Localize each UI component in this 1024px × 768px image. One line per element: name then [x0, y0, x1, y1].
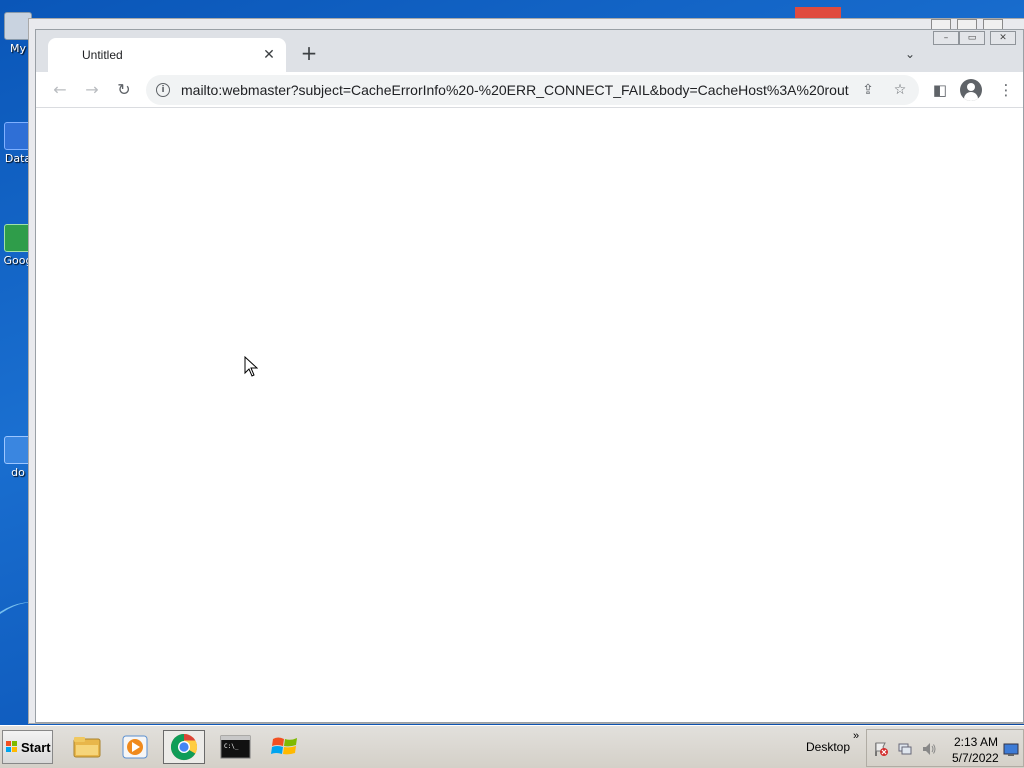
start-button[interactable]: Start	[2, 730, 53, 764]
bookmark-star-icon[interactable]: ☆	[890, 80, 910, 100]
taskbar: Start C:\_ Desktop » 2:13 AM 5/7/2022	[0, 725, 1024, 768]
tab-untitled[interactable]: Untitled ✕	[48, 38, 286, 72]
address-bar[interactable]: i mailto:webmaster?subject=CacheErrorInf…	[146, 75, 919, 105]
forward-button[interactable]: →	[80, 78, 104, 102]
menu-icon[interactable]: ⋮	[994, 78, 1018, 102]
taskbar-command-prompt[interactable]: C:\_	[214, 730, 256, 764]
taskbar-chrome[interactable]	[163, 730, 205, 764]
back-button[interactable]: ←	[48, 78, 72, 102]
share-icon[interactable]: ⇪	[858, 80, 878, 100]
desktop-toolbar-label[interactable]: Desktop	[806, 740, 850, 754]
taskbar-media-player[interactable]	[114, 730, 156, 764]
minimize-button[interactable]: –	[933, 31, 959, 45]
tab-close-icon[interactable]: ✕	[260, 46, 278, 64]
media-player-icon	[122, 735, 148, 759]
info-icon[interactable]: i	[156, 83, 170, 97]
maximize-button[interactable]: ▭	[959, 31, 985, 45]
taskbar-windows-logo[interactable]	[264, 730, 306, 764]
profile-avatar-icon[interactable]	[960, 79, 982, 101]
mouse-cursor-icon	[244, 356, 258, 377]
url-text[interactable]: mailto:webmaster?subject=CacheErrorInfo%…	[181, 82, 849, 98]
chrome-icon	[170, 733, 198, 761]
volume-icon[interactable]	[921, 741, 937, 757]
start-label: Start	[21, 740, 51, 755]
clock-time[interactable]: 2:13 AM	[954, 735, 998, 749]
tab-title: Untitled	[82, 48, 123, 62]
tab-search-icon[interactable]: ⌄	[900, 44, 920, 64]
browser-toolbar: ← → ↻ i mailto:webmaster?subject=CacheEr…	[36, 72, 1023, 108]
close-button[interactable]: ✕	[990, 31, 1016, 45]
page-content[interactable]	[36, 109, 1023, 722]
svg-text:C:\_: C:\_	[224, 743, 239, 750]
notification-area: 2:13 AM 5/7/2022	[866, 729, 1024, 767]
folder-icon	[73, 737, 101, 758]
new-tab-button[interactable]: +	[298, 43, 320, 65]
browser-window: Untitled ✕ + ⌄ – ▭ ✕ ← → ↻ i mailto:webm…	[35, 29, 1024, 723]
tab-strip: Untitled ✕ + ⌄ – ▭ ✕	[36, 30, 1023, 72]
action-center-flag-icon[interactable]	[873, 741, 889, 757]
show-desktop-icon[interactable]	[1003, 743, 1019, 757]
windows-logo-icon	[271, 737, 297, 755]
taskbar-file-explorer[interactable]	[66, 730, 108, 764]
windows-flag-icon	[6, 741, 17, 752]
network-icon[interactable]	[897, 741, 913, 757]
desktop-icon-label: do	[11, 466, 25, 479]
reload-button[interactable]: ↻	[112, 78, 136, 102]
side-panel-icon[interactable]: ◧	[928, 78, 952, 102]
clock-date[interactable]: 5/7/2022	[952, 751, 999, 765]
desktop-icon-label: My	[9, 42, 26, 55]
command-prompt-icon: C:\_	[220, 735, 251, 759]
toolbar-overflow-icon[interactable]: »	[853, 730, 859, 742]
